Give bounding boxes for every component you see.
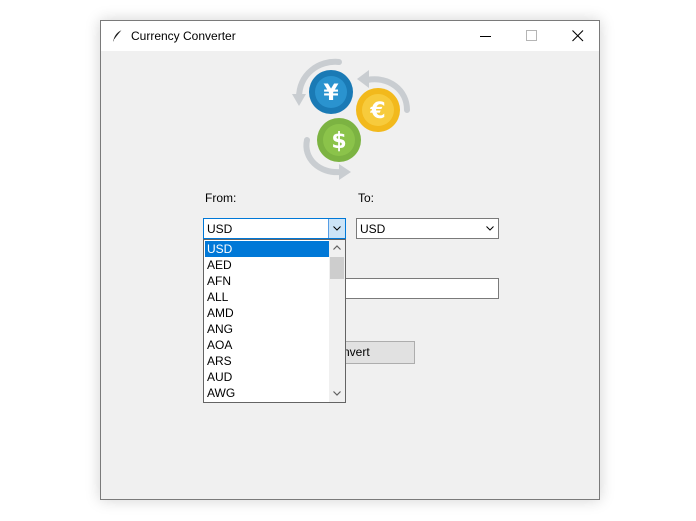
minimize-icon [480,36,491,37]
currency-option[interactable]: AFN [205,273,329,289]
from-currency-dropdown-list[interactable]: USD AED AFN ALL AMD ANG AOA ARS AUD AWG [203,239,346,403]
close-icon [572,30,584,42]
feather-icon [113,29,123,42]
convert-button[interactable]: nvert [345,341,415,364]
window-title: Currency Converter [131,29,236,43]
currency-exchange-logo: ¥ € $ [292,58,410,180]
currency-option[interactable]: AWG [205,385,329,401]
convert-button-label: nvert [345,345,370,359]
currency-option[interactable]: AED [205,257,329,273]
close-button[interactable] [555,21,601,51]
dollar-symbol: $ [331,129,346,154]
title-bar[interactable]: Currency Converter [101,21,599,51]
maximize-icon [526,30,537,41]
app-window: Currency Converter ¥ € $ From: To: USD U… [100,20,600,500]
currency-option[interactable]: AOA [205,337,329,353]
currency-option[interactable]: AMD [205,305,329,321]
chevron-down-icon [486,226,494,231]
dollar-coin-icon: $ [317,118,361,162]
yen-coin-icon: ¥ [309,70,353,114]
euro-symbol: € [369,99,385,124]
currency-options: USD AED AFN ALL AMD ANG AOA ARS AUD AWG [205,241,329,401]
minimize-button[interactable] [463,21,509,51]
yen-symbol: ¥ [323,81,339,106]
from-currency-combobox[interactable]: USD [203,218,346,239]
from-label: From: [205,191,237,205]
scroll-up-button[interactable] [329,240,345,256]
to-label: To: [358,191,375,205]
scroll-thumb[interactable] [330,257,344,279]
from-dropdown-button[interactable] [328,219,345,238]
currency-option[interactable]: ALL [205,289,329,305]
chevron-down-icon [333,391,341,396]
currency-option[interactable]: AUD [205,369,329,385]
to-currency-combobox[interactable]: USD [356,218,499,239]
dropdown-scrollbar[interactable] [329,240,345,402]
maximize-button[interactable] [509,21,555,51]
currency-option[interactable]: ARS [205,353,329,369]
currency-option[interactable]: USD [205,241,329,257]
to-dropdown-button[interactable] [482,219,498,238]
amount-input[interactable] [345,278,499,299]
to-currency-value: USD [360,222,386,236]
currency-option[interactable]: ANG [205,321,329,337]
from-currency-value: USD [207,222,233,236]
scroll-down-button[interactable] [329,386,345,402]
chevron-down-icon [333,226,341,231]
euro-coin-icon: € [356,88,400,132]
chevron-up-icon [333,245,341,250]
